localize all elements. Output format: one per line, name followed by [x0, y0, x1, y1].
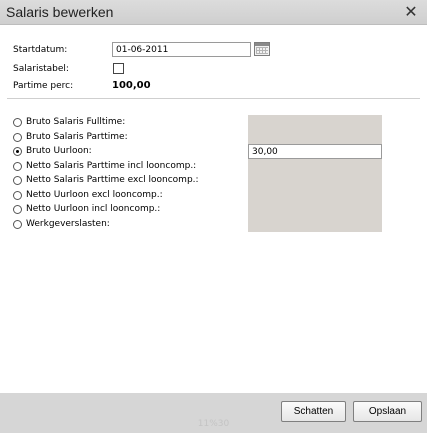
option-value-field[interactable] [248, 216, 382, 232]
option-radio[interactable] [13, 161, 22, 171]
option-label: Netto Salaris Parttime excl looncomp.: [26, 175, 199, 185]
option-radio[interactable] [13, 219, 22, 229]
opslaan-button[interactable]: Opslaan [353, 401, 422, 422]
option-label: Werkgeverslasten: [26, 218, 110, 229]
option-value-field[interactable] [248, 115, 382, 130]
partime-label: Partime perc: [13, 81, 74, 91]
option-label: Netto Salaris Parttime incl looncomp.: [26, 160, 197, 171]
option-value-field[interactable] [248, 129, 382, 145]
startdatum-label: Startdatum: [13, 45, 68, 55]
option-value-field[interactable] [248, 158, 382, 174]
option-value-field[interactable] [248, 144, 382, 159]
salaristabel-checkbox[interactable] [113, 63, 124, 74]
dialog-footer: 11%30 Schatten Opslaan [0, 393, 427, 433]
option-radio[interactable] [13, 147, 22, 156]
option-label: Netto Uurloon excl looncomp.: [26, 189, 163, 200]
schatten-button[interactable]: Schatten [281, 401, 346, 422]
startdatum-field[interactable] [112, 42, 251, 57]
option-radio[interactable] [13, 176, 22, 185]
option-label: Bruto Uurloon: [26, 146, 92, 156]
salaristabel-label: Salaristabel: [13, 64, 69, 74]
dialog-titlebar: Salaris bewerken ✕ [0, 0, 427, 25]
partime-value: 100,00 [112, 80, 151, 91]
option-label: Netto Uurloon incl looncomp.: [26, 204, 161, 214]
option-value-field[interactable] [248, 187, 382, 203]
close-icon[interactable]: ✕ [403, 3, 419, 21]
option-radio[interactable] [13, 132, 22, 142]
option-value-field[interactable] [248, 202, 382, 217]
dialog-title: Salaris bewerken [6, 4, 114, 20]
calendar-icon[interactable] [254, 42, 270, 56]
option-label: Bruto Salaris Parttime: [26, 131, 128, 142]
option-radio[interactable] [13, 205, 22, 214]
separator [7, 98, 420, 99]
option-radio[interactable] [13, 190, 22, 200]
option-radio[interactable] [13, 118, 22, 127]
option-value-field[interactable] [248, 173, 382, 188]
option-label: Bruto Salaris Fulltime: [26, 117, 126, 127]
